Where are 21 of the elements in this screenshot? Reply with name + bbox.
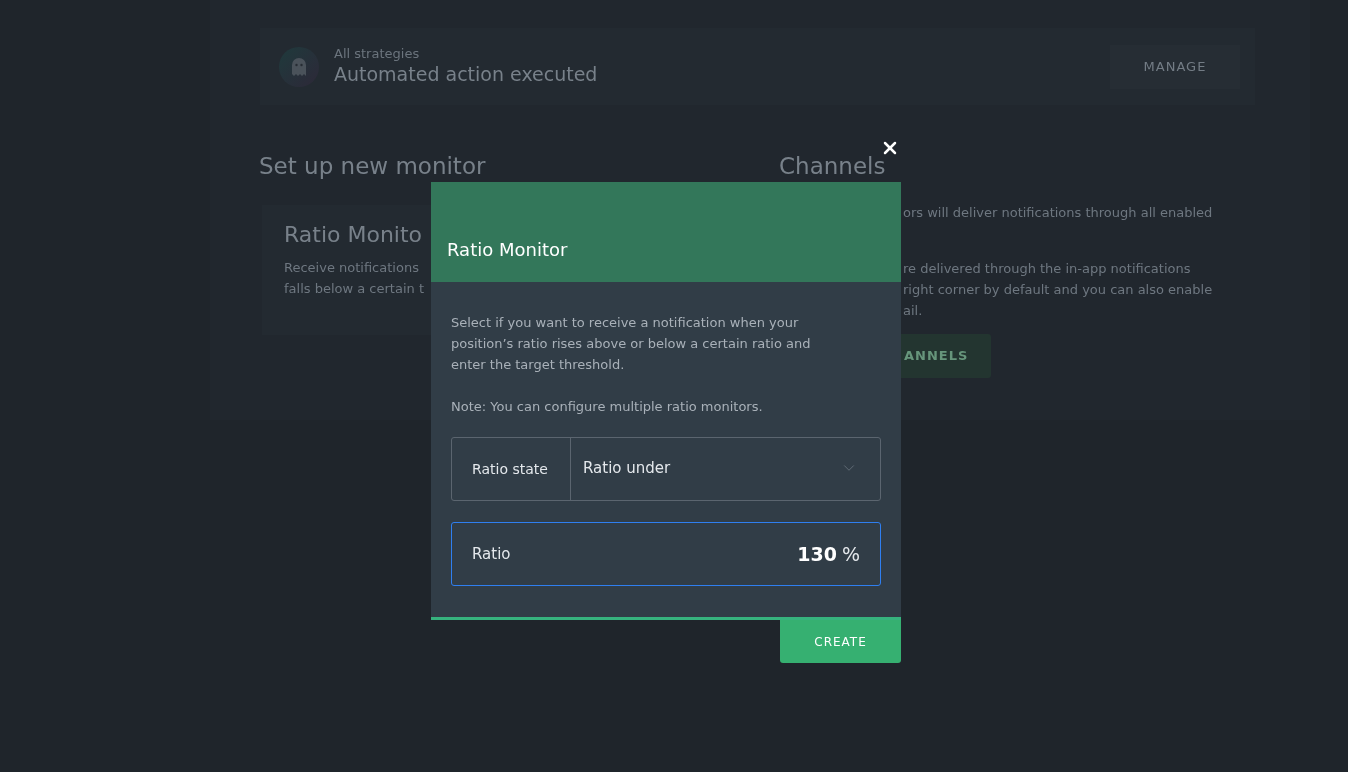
- channels-paragraph: ors will deliver notifications through all enabled: [903, 204, 1213, 222]
- ratio-label: Ratio: [472, 543, 511, 565]
- ratio-state-select[interactable]: Ratio state Ratio under: [451, 437, 881, 501]
- channels-button[interactable]: ANNELS: [901, 334, 991, 378]
- modal-note: Note: You can configure multiple ratio monitors.: [451, 398, 764, 416]
- section-heading: Set up new monitor: [259, 152, 487, 180]
- modal-description: Select if you want to receive a notification when your position’s ratio rises above or below a certain ratio and enter the target threshold.: [451, 314, 812, 374]
- channels-paragraph: re delivered through the in-app notifications right corner by default and you can also enable ail.: [903, 260, 1213, 320]
- section-heading: Channels: [779, 152, 887, 180]
- modal-title: Ratio Monitor: [447, 238, 568, 262]
- ratio-value: 130: [797, 541, 837, 567]
- notification-title: Automated action executed: [334, 62, 598, 87]
- ratio-state-label: Ratio state: [472, 459, 548, 479]
- ratio-state-value: Ratio under: [583, 457, 671, 479]
- create-button[interactable]: CREATE: [780, 620, 901, 663]
- ratio-input-field[interactable]: Ratio 130 %: [451, 522, 881, 586]
- strategy-label: All strategies: [334, 46, 420, 62]
- percent-unit: %: [841, 541, 860, 567]
- monitor-card-title: Ratio Monito: [284, 222, 423, 248]
- ghost-icon: [279, 46, 319, 87]
- monitor-card-description: Receive notifications falls below a certain t: [284, 259, 424, 298]
